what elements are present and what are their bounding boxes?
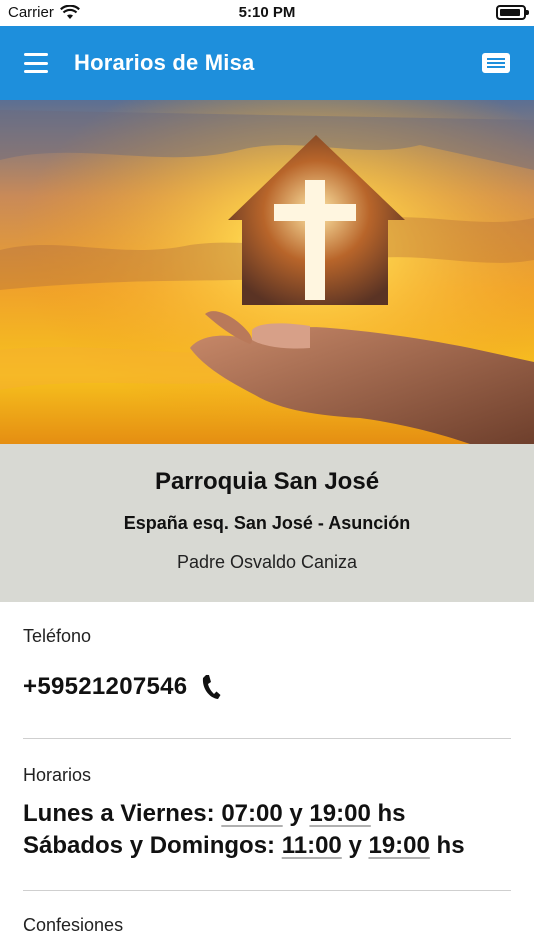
app-title: Horarios de Misa (74, 50, 255, 75)
connector: y (348, 832, 362, 859)
connector: y (289, 800, 303, 827)
suffix: hs (436, 832, 465, 859)
weekdays-time-2: 19:00 (309, 800, 371, 827)
schedule-section: Horarios Lunes a Viernes: 07:00 y 19:00 … (23, 739, 511, 891)
confessions-section: Confesiones (23, 891, 511, 936)
status-time: 5:10 PM (238, 4, 296, 21)
phone-icon[interactable] (201, 674, 221, 700)
status-bar: Carrier 5:10 PM (0, 0, 534, 26)
parish-address: España esq. San José - Asunción (123, 513, 411, 533)
parish-info: Parroquia San José España esq. San José … (0, 444, 534, 602)
weekend-time-2: 19:00 (368, 832, 430, 859)
hamburger-menu-icon[interactable] (24, 53, 48, 73)
weekdays-time-1: 07:00 (221, 800, 283, 827)
weekdays-label: Lunes a Viernes: (23, 800, 215, 827)
confessions-label: Confesiones (23, 915, 124, 935)
schedule-weekend: Sábados y Domingos: 11:00 y 19:00 hs (23, 830, 511, 862)
battery-icon (496, 5, 529, 20)
weekend-time-1: 11:00 (281, 832, 342, 859)
schedule-weekdays: Lunes a Viernes: 07:00 y 19:00 hs (23, 798, 511, 830)
schedule-label: Horarios (23, 765, 92, 785)
details: Teléfono +59521207546 Horarios Lunes a V… (0, 602, 534, 936)
message-icon[interactable] (482, 53, 510, 73)
battery-fill (500, 9, 520, 16)
phone-row[interactable]: +59521207546 (23, 673, 511, 701)
phone-section: Teléfono +59521207546 (23, 602, 511, 739)
status-right (496, 5, 529, 20)
weekend-label: Sábados y Domingos: (23, 832, 276, 859)
phone-number[interactable]: +59521207546 (23, 673, 187, 701)
schedule-lines: Lunes a Viernes: 07:00 y 19:00 hs Sábado… (23, 798, 511, 862)
parish-priest: Padre Osvaldo Caniza (176, 552, 358, 572)
hero-image (0, 100, 534, 444)
suffix: hs (377, 800, 406, 827)
app-bar: Horarios de Misa (0, 26, 534, 100)
parish-name: Parroquia San José (154, 468, 380, 495)
phone-label: Teléfono (23, 626, 92, 646)
